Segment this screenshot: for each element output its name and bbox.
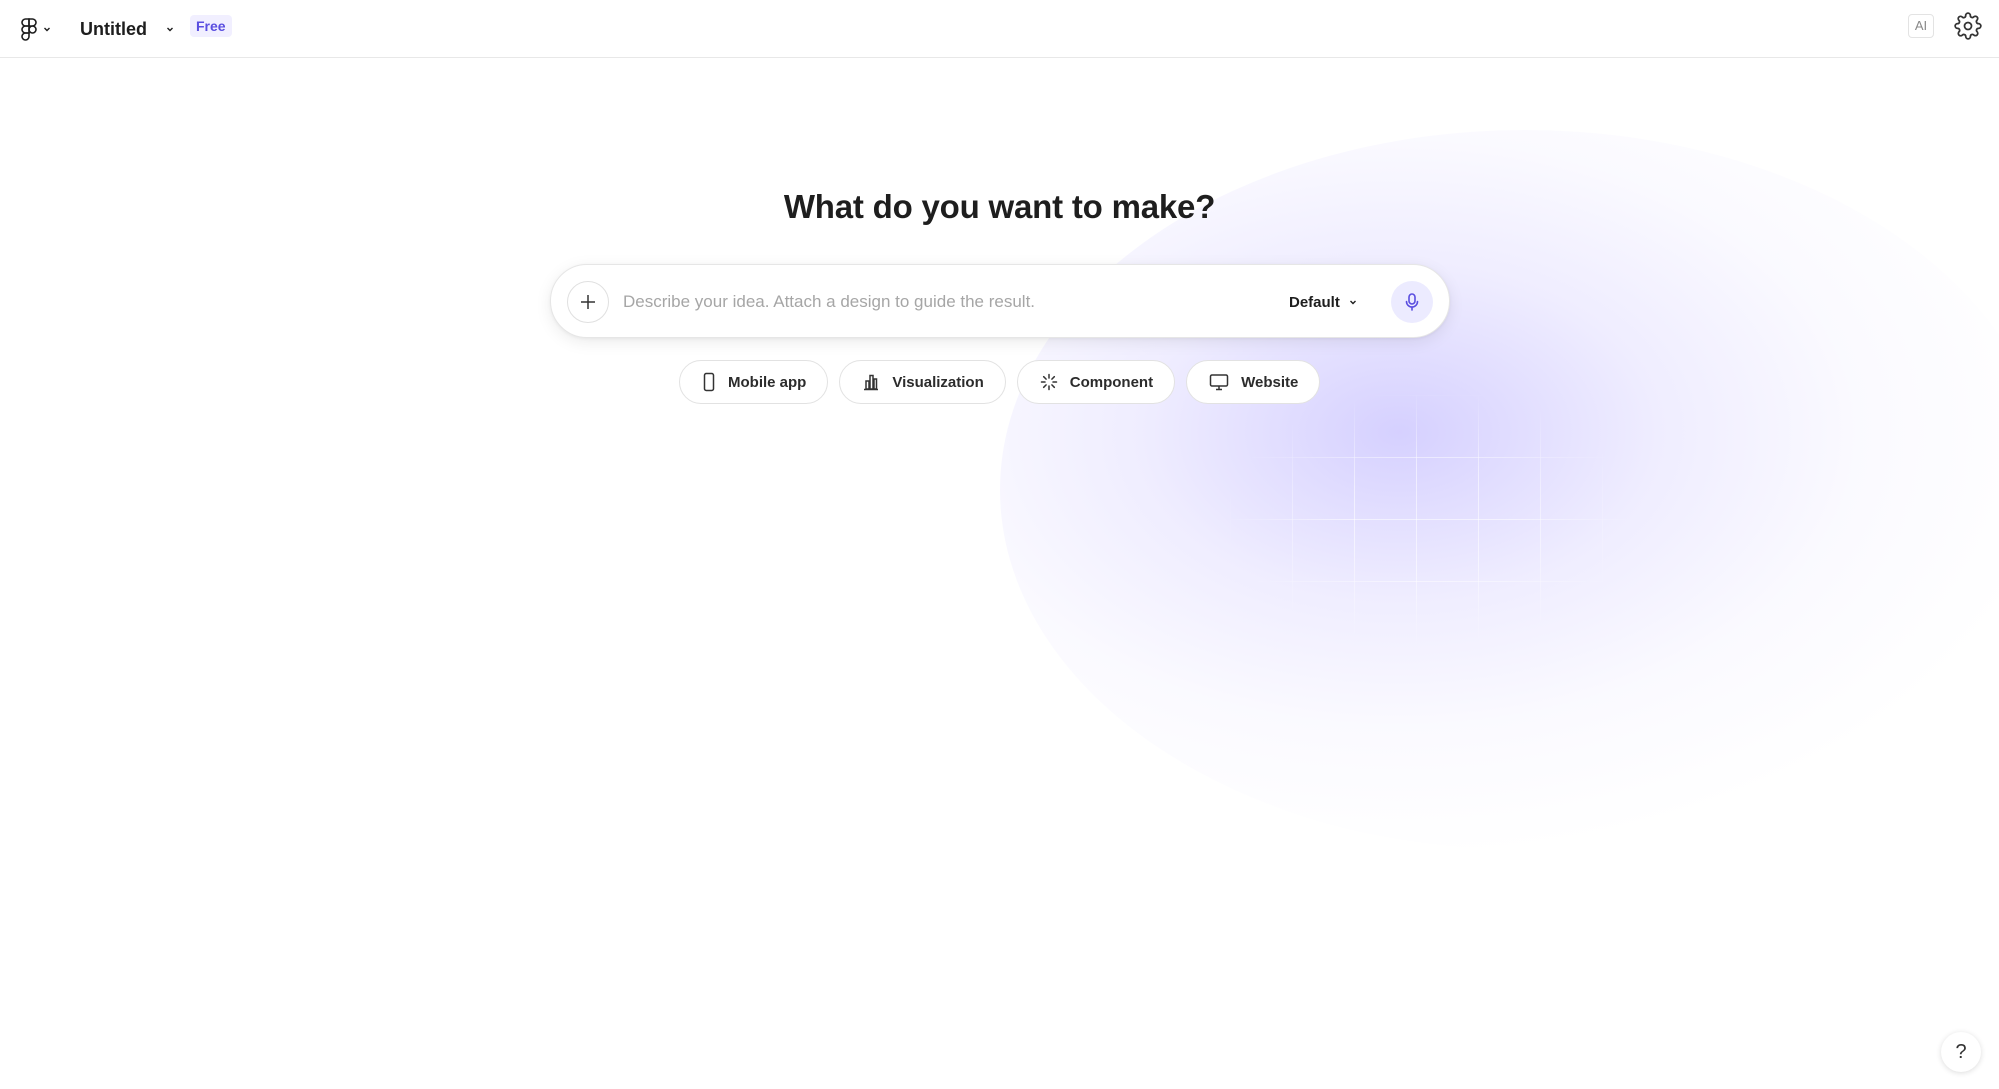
- figma-logo-icon: [21, 18, 37, 41]
- chevron-down-icon: [167, 27, 173, 32]
- bar-chart-icon: [864, 374, 879, 391]
- sparkle-icon: [1040, 373, 1058, 391]
- top-bar: Untitled Free AI: [0, 0, 1999, 58]
- suggestion-label: Component: [1069, 373, 1154, 391]
- gear-icon: [1954, 12, 1982, 40]
- suggestion-label: Mobile app: [728, 373, 807, 391]
- microphone-icon: [1405, 293, 1419, 311]
- page-heading: What do you want to make?: [783, 188, 1216, 225]
- app-page: Untitled Free AI What do you want to mak…: [0, 0, 1999, 1089]
- settings-button[interactable]: [1954, 12, 1982, 40]
- file-title-menu[interactable]: Untitled: [80, 14, 175, 44]
- voice-input-button[interactable]: [1391, 281, 1433, 323]
- suggestion-visualization[interactable]: Visualization: [839, 360, 1006, 404]
- model-select[interactable]: Default: [1289, 289, 1358, 315]
- attach-button[interactable]: [567, 281, 609, 323]
- plan-badge: Free: [190, 15, 232, 37]
- help-button[interactable]: ?: [1941, 1032, 1981, 1072]
- plus-icon: [581, 295, 595, 309]
- suggestion-mobile-app[interactable]: Mobile app: [679, 360, 829, 404]
- ai-button[interactable]: AI: [1908, 14, 1934, 38]
- prompt-box: Default: [550, 264, 1450, 338]
- monitor-icon: [1209, 374, 1229, 391]
- suggestion-label: Visualization: [892, 373, 984, 391]
- prompt-input[interactable]: [623, 287, 1243, 317]
- file-title: Untitled: [80, 18, 147, 39]
- background-grid: [1230, 395, 1630, 645]
- suggestion-component[interactable]: Component: [1016, 360, 1176, 404]
- phone-icon: [703, 372, 715, 392]
- suggestion-website[interactable]: Website: [1186, 360, 1321, 404]
- suggestion-chips: Mobile app Visualization Component Websi…: [679, 360, 1321, 404]
- main-menu-button[interactable]: [20, 14, 52, 44]
- chevron-down-icon: [1349, 300, 1356, 305]
- chevron-down-icon: [44, 27, 50, 32]
- background-glow: [1000, 130, 1999, 850]
- suggestion-label: Website: [1241, 373, 1299, 391]
- model-select-label: Default: [1289, 293, 1340, 311]
